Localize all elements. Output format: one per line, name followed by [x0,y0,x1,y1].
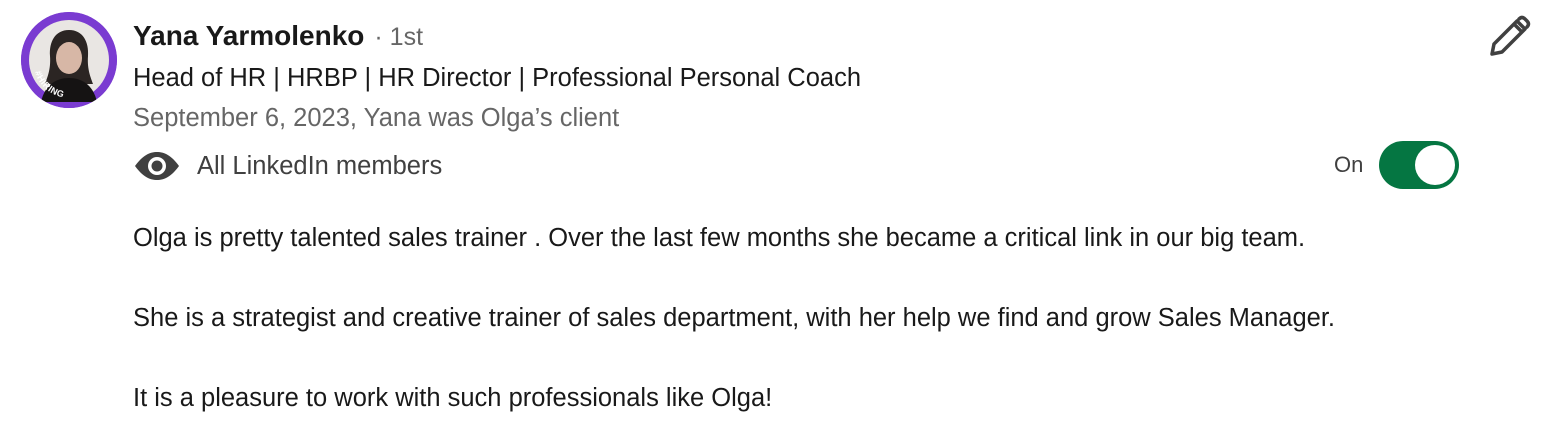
toggle-state-label: On [1334,152,1364,177]
visibility-toggle[interactable] [1379,141,1460,189]
toggle-knob [1415,145,1456,185]
recommender-headline: Head of HR | HRBP | HR Director | Profes… [133,64,862,92]
recommendation-text: Olga is pretty talented sales trainer . … [133,218,1533,418]
recommendation-date-relationship: September 6, 2023, Yana was Olga’s clien… [133,104,620,132]
eye-icon [133,146,181,186]
visibility-label: All LinkedIn members [197,151,443,180]
recommendation-paragraph: It is a pleasure to work with such profe… [133,384,773,412]
pencil-icon [1486,15,1532,64]
visibility-setting: All LinkedIn members [133,146,442,186]
visibility-toggle-group: On [1334,140,1460,190]
recommendation-paragraph: She is a strategist and creative trainer… [133,304,1335,332]
recommender-name[interactable]: Yana Yarmolenko [133,20,364,52]
connection-degree: · 1st [374,23,424,51]
name-row: Yana Yarmolenko · 1st [133,20,423,56]
recommendation-paragraph: Olga is pretty talented sales trainer . … [133,224,1306,252]
avatar[interactable]: #HIRING [21,12,117,108]
edit-button[interactable] [1486,14,1532,60]
